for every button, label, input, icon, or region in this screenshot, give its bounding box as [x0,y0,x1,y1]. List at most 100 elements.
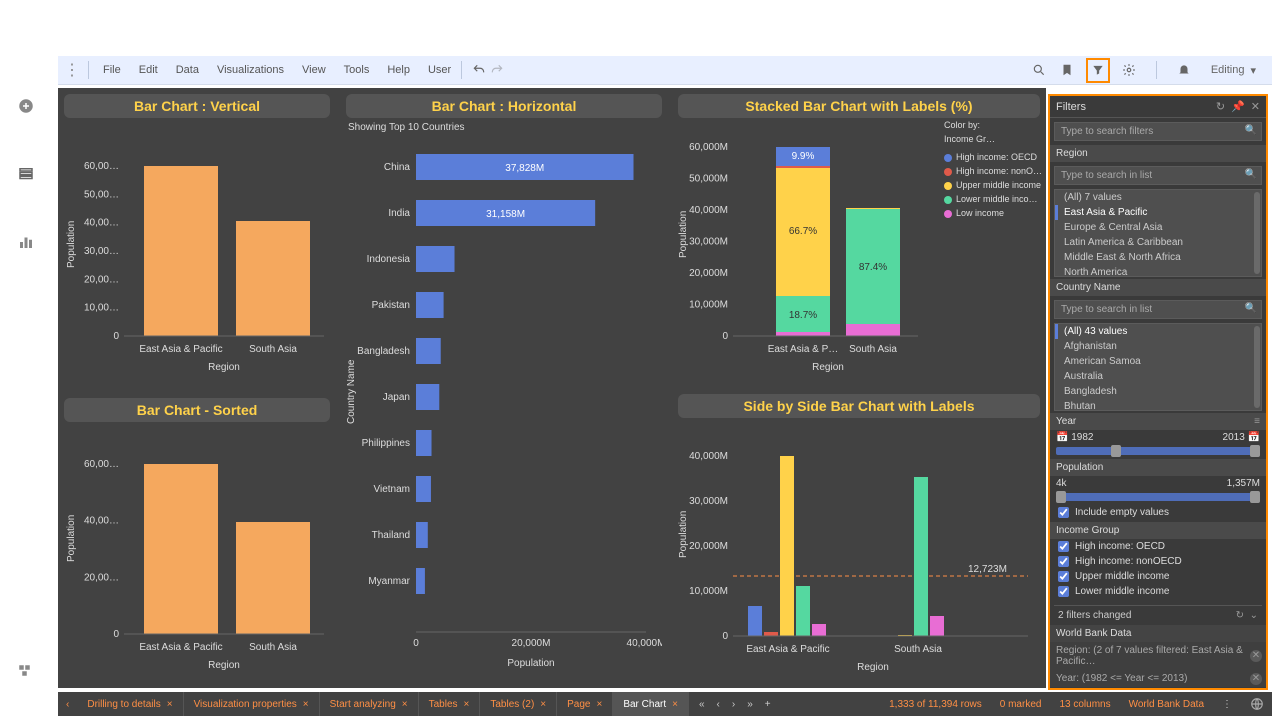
filters-panel: Filters ↻ 📌 ✕ Type to search filters🔍 Re… [1048,94,1268,690]
tab[interactable]: Bar Chart × [613,692,689,716]
layout-icon[interactable] [16,662,36,682]
chk-income[interactable]: Lower middle income [1050,584,1266,599]
panel-horizontal[interactable]: Bar Chart : Horizontal Showing Top 10 Co… [340,88,668,688]
svg-text:31,158M: 31,158M [486,209,525,220]
tab[interactable]: Drilling to details × [77,692,183,716]
nav-next-icon[interactable]: › [732,699,735,710]
tab[interactable]: Page × [557,692,613,716]
search-icon[interactable] [1030,61,1048,79]
svg-text:South Asia: South Asia [249,344,297,355]
menu-tools[interactable]: Tools [342,62,372,78]
list-country[interactable]: (All) 43 valuesAfghanistanAmerican Samoa… [1054,323,1262,411]
close-icon[interactable]: × [540,699,546,710]
nav-first-icon[interactable]: « [699,699,705,710]
list-item[interactable]: Australia [1055,369,1261,384]
add-icon[interactable] [16,96,36,116]
menu-edit[interactable]: Edit [137,62,160,78]
list-item[interactable]: East Asia & Pacific [1055,205,1261,220]
svg-text:South Asia: South Asia [249,642,297,653]
nav-last-icon[interactable]: » [747,699,753,710]
svg-text:East Asia & Pacific: East Asia & Pacific [139,344,222,355]
list-item[interactable]: Latin America & Caribbean [1055,235,1261,250]
menu-user[interactable]: User [426,62,453,78]
filter-summary-region: Region: (2 of 7 values filtered: East As… [1050,642,1266,670]
search-icon: 🔍 [1245,125,1257,136]
svg-text:South Asia: South Asia [894,644,942,655]
list-item[interactable]: North America [1055,265,1261,277]
svg-text:20,00…: 20,00… [84,274,119,285]
close-icon[interactable]: × [596,699,602,710]
data-icon[interactable] [16,164,36,184]
search-country[interactable]: Type to search in list🔍 [1054,300,1262,319]
list-item[interactable]: (All) 43 values [1055,324,1261,339]
list-item[interactable]: Bangladesh [1055,384,1261,399]
remove-icon[interactable]: ✕ [1250,673,1262,685]
panel-sorted[interactable]: Bar Chart - Sorted Population 020,00…40,… [58,392,336,688]
svg-text:10,000M: 10,000M [689,586,728,597]
search-region[interactable]: Type to search in list🔍 [1054,166,1262,185]
refresh-icon[interactable]: ↻ [1216,100,1225,113]
svg-text:40,000M: 40,000M [627,638,662,649]
more-icon[interactable]: ⋮ [1222,699,1232,710]
globe-icon[interactable] [1248,695,1266,713]
svg-text:37,828M: 37,828M [505,163,544,174]
legend-item[interactable]: High income: nonO… [944,164,1042,178]
close-icon[interactable]: × [167,699,173,710]
tab[interactable]: Start analyzing × [320,692,419,716]
panel-title: Bar Chart : Vertical [64,94,330,118]
chevron-left-icon[interactable]: ‹ [58,699,77,710]
tab[interactable]: Tables (2) × [480,692,557,716]
panel-stacked[interactable]: Stacked Bar Chart with Labels (%) Color … [672,88,1046,384]
close-icon[interactable]: × [464,699,470,710]
close-icon[interactable]: × [402,699,408,710]
menu-help[interactable]: Help [385,62,412,78]
svg-text:East Asia & P…: East Asia & P… [768,344,839,355]
redo-icon[interactable] [488,61,506,79]
menu-view[interactable]: View [300,62,328,78]
tab[interactable]: Visualization properties × [184,692,320,716]
menu-file[interactable]: File [101,62,123,78]
list-item[interactable]: Bhutan [1055,399,1261,411]
nav-add-icon[interactable]: + [765,699,771,710]
bookmark-icon[interactable] [1058,61,1076,79]
mode-dropdown[interactable]: Editing▾ [1203,62,1264,79]
panel-side[interactable]: Side by Side Bar Chart with Labels Popul… [672,388,1046,688]
search-filters[interactable]: Type to search filters🔍 [1054,122,1262,141]
gear-icon[interactable] [1120,61,1138,79]
filter-icon[interactable] [1086,58,1110,83]
chk-income[interactable]: Upper middle income [1050,569,1266,584]
viz-icon[interactable] [16,232,36,252]
list-item[interactable]: Europe & Central Asia [1055,220,1261,235]
remove-icon[interactable]: ✕ [1250,650,1262,662]
list-item[interactable]: (All) 7 values [1055,190,1261,205]
nav-prev-icon[interactable]: ‹ [717,699,720,710]
panel-vertical[interactable]: Bar Chart : Vertical Population 010,00…2… [58,88,336,388]
chk-include-empty[interactable]: Include empty values [1050,505,1266,520]
pin-icon[interactable]: 📌 [1231,100,1245,113]
slider-year[interactable]: 📅 19822013 📅 [1056,432,1260,455]
svg-text:Population: Population [66,221,77,268]
close-icon[interactable]: × [672,699,678,710]
legend-item[interactable]: Low income [944,206,1042,220]
legend-item[interactable]: Lower middle inco… [944,192,1042,206]
legend-item[interactable]: High income: OECD [944,150,1042,164]
svg-text:0: 0 [413,638,419,649]
list-item[interactable]: Middle East & North Africa [1055,250,1261,265]
tab[interactable]: Tables × [419,692,481,716]
app-menu-icon[interactable]: ⋮ [64,60,78,80]
chk-income[interactable]: High income: OECD [1050,539,1266,554]
legend-item[interactable]: Upper middle income [944,178,1042,192]
menu-visualizations[interactable]: Visualizations [215,62,286,78]
menu-data[interactable]: Data [174,62,201,78]
slider-population[interactable]: 4k1,357M [1056,478,1260,501]
list-item[interactable]: Afghanistan [1055,339,1261,354]
section-year: Year≡ [1050,413,1266,430]
close-icon[interactable]: × [303,699,309,710]
list-region[interactable]: (All) 7 valuesEast Asia & PacificEurope … [1054,189,1262,277]
chk-income[interactable]: High income: nonOECD [1050,554,1266,569]
list-item[interactable]: American Samoa [1055,354,1261,369]
bell-icon[interactable] [1175,61,1193,79]
undo-icon[interactable] [470,61,488,79]
svg-text:Philippines: Philippines [362,438,410,449]
close-icon[interactable]: ✕ [1251,100,1260,113]
